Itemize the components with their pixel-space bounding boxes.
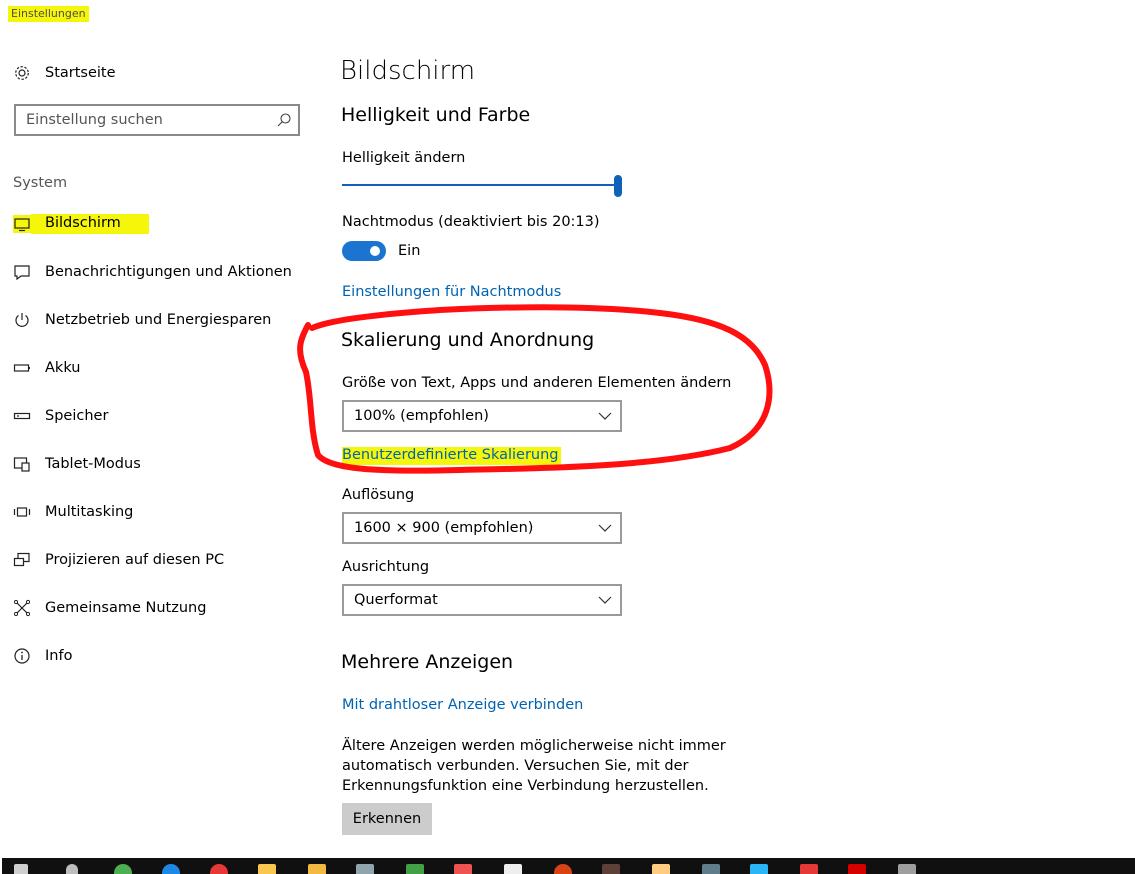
night-mode-toggle[interactable]	[342, 241, 386, 261]
monitor-icon	[13, 215, 31, 233]
app-icon[interactable]	[356, 864, 374, 874]
sidebar-item-label: Multitasking	[45, 504, 134, 520]
brightness-slider-track[interactable]	[342, 184, 620, 186]
sidebar-item-multitasking[interactable]: Multitasking	[13, 500, 133, 524]
scale-dropdown-value: 100% (empfohlen)	[354, 408, 489, 424]
app-icon[interactable]	[848, 864, 866, 874]
sidebar-home[interactable]: Startseite	[13, 61, 116, 85]
chevron-down-icon	[598, 524, 612, 532]
night-mode-label: Nachtmodus (deaktiviert bis 20:13)	[342, 214, 600, 230]
edge-icon[interactable]	[162, 864, 180, 874]
power-icon	[13, 311, 31, 329]
multitasking-icon	[13, 503, 31, 521]
media-icon[interactable]	[554, 864, 572, 874]
section-heading-brightness: Helligkeit und Farbe	[341, 104, 531, 126]
sidebar-item-share[interactable]: Gemeinsame Nutzung	[13, 596, 206, 620]
project-icon	[13, 551, 31, 569]
taskbar	[2, 858, 1135, 874]
start-icon[interactable]	[14, 864, 28, 874]
sidebar-item-battery[interactable]: Akku	[13, 356, 80, 380]
sidebar-item-label: Gemeinsame Nutzung	[45, 600, 207, 616]
sidebar-item-label: Akku	[45, 360, 81, 376]
app-icon[interactable]	[602, 864, 620, 874]
app-icon[interactable]	[898, 864, 916, 874]
pdf-icon[interactable]	[454, 864, 472, 874]
resolution-dropdown-value: 1600 × 900 (empfohlen)	[354, 520, 534, 536]
gear-icon	[13, 64, 31, 82]
sidebar-item-bildschirm[interactable]: Bildschirm	[13, 212, 149, 236]
scale-dropdown[interactable]: 100% (empfohlen)	[342, 400, 622, 432]
section-heading-multi-display: Mehrere Anzeigen	[341, 651, 514, 673]
sidebar-item-label: Speicher	[45, 408, 109, 424]
resolution-dropdown[interactable]: 1600 × 900 (empfohlen)	[342, 512, 622, 544]
share-icon	[13, 599, 31, 617]
opera-icon[interactable]	[210, 864, 228, 874]
section-heading-scaling: Skalierung und Anordnung	[341, 329, 595, 351]
search-icon[interactable]	[276, 112, 292, 128]
toggle-knob	[370, 246, 380, 256]
notification-icon	[13, 263, 31, 281]
custom-scaling-link[interactable]: Benutzerdefinierte Skalierung	[342, 447, 561, 465]
sidebar-item-info[interactable]: Info	[13, 644, 72, 668]
detect-button[interactable]: Erkennen	[342, 803, 432, 835]
night-mode-settings-link[interactable]: Einstellungen für Nachtmodus	[342, 284, 561, 300]
scale-label: Größe von Text, Apps und anderen Element…	[342, 375, 732, 391]
search-field[interactable]	[14, 104, 300, 136]
app-icon[interactable]	[702, 864, 720, 874]
app-icon[interactable]	[750, 864, 768, 874]
brightness-label: Helligkeit ändern	[342, 150, 466, 166]
sidebar-item-label: Netzbetrieb und Energiesparen	[45, 312, 272, 328]
orientation-label: Ausrichtung	[342, 559, 430, 575]
sidebar-item-tablet-mode[interactable]: Tablet-Modus	[13, 452, 141, 476]
sidebar-item-project[interactable]: Projizieren auf diesen PC	[13, 548, 224, 572]
explorer-icon[interactable]	[258, 864, 276, 874]
sidebar-home-label: Startseite	[45, 65, 116, 81]
app-icon[interactable]	[800, 864, 818, 874]
storage-icon	[13, 407, 31, 425]
game-icon[interactable]	[652, 864, 670, 874]
multi-display-description: Ältere Anzeigen werden möglicherweise ni…	[342, 738, 726, 794]
info-icon	[13, 647, 31, 665]
sidebar-group-label: System	[13, 175, 68, 191]
search-input[interactable]	[16, 106, 266, 134]
night-mode-toggle-state: Ein	[398, 243, 421, 259]
spreadsheet-icon[interactable]	[406, 864, 424, 874]
resolution-label: Auflösung	[342, 487, 415, 503]
sidebar-item-storage[interactable]: Speicher	[13, 404, 108, 428]
chrome-icon[interactable]	[114, 864, 132, 874]
battery-icon	[13, 359, 31, 377]
chevron-down-icon	[598, 596, 612, 604]
app-title: Einstellungen	[8, 6, 89, 22]
sidebar-item-power[interactable]: Netzbetrieb und Energiesparen	[13, 308, 271, 332]
orientation-dropdown[interactable]: Querformat	[342, 584, 622, 616]
search-icon[interactable]	[66, 864, 78, 874]
calendar-icon[interactable]	[504, 864, 522, 874]
sidebar-item-label: Benachrichtigungen und Aktionen	[45, 264, 292, 280]
orientation-dropdown-value: Querformat	[354, 592, 438, 608]
sidebar-item-notifications[interactable]: Benachrichtigungen und Aktionen	[13, 260, 292, 284]
brightness-slider-thumb[interactable]	[614, 175, 622, 197]
sidebar-item-label: Tablet-Modus	[45, 456, 141, 472]
tablet-mode-icon	[13, 455, 31, 473]
sidebar-item-label: Info	[45, 648, 73, 664]
sidebar-item-label: Bildschirm	[31, 214, 149, 234]
folder-icon[interactable]	[308, 864, 326, 874]
chevron-down-icon	[598, 412, 612, 420]
page-title: Bildschirm	[340, 56, 476, 86]
sidebar-item-label: Projizieren auf diesen PC	[45, 552, 225, 568]
wireless-display-link[interactable]: Mit drahtloser Anzeige verbinden	[342, 697, 583, 713]
